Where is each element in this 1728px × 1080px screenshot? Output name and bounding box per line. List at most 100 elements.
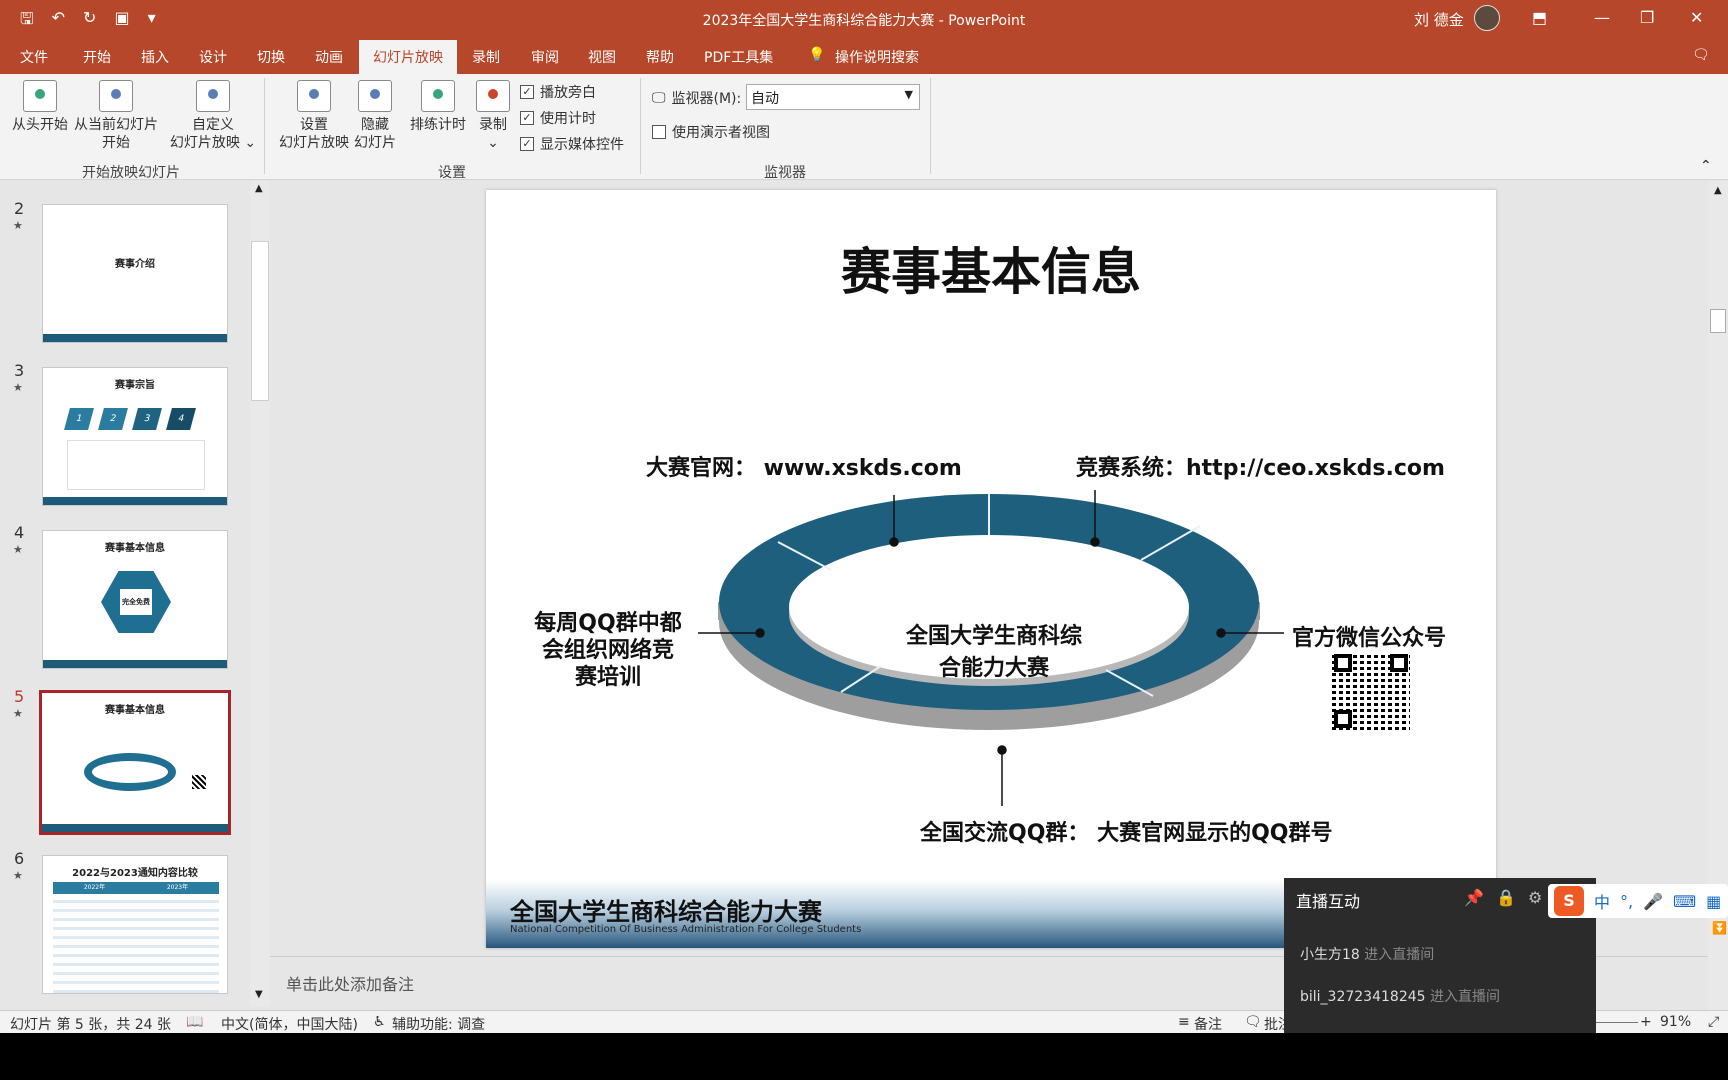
custom-slideshow-button[interactable]: 自定义 幻灯片放映 ⌄: [168, 80, 258, 152]
user-name[interactable]: 刘 德金: [1414, 9, 1464, 30]
current-slide-icon: [99, 80, 133, 112]
ribbon-tabs: 文件 开始 插入 设计 切换 动画 幻灯片放映 录制 审阅 视图 帮助 PDF工…: [0, 38, 1728, 74]
tab-animations[interactable]: 动画: [315, 47, 343, 67]
tab-design[interactable]: 设计: [199, 47, 227, 67]
zoom-in-icon[interactable]: +: [1640, 1014, 1652, 1030]
tab-pdf-tools[interactable]: PDF工具集: [704, 47, 773, 67]
comments-icon[interactable]: 🗨: [1244, 1014, 1262, 1030]
animation-star-icon: ★: [13, 869, 23, 882]
qr-code-mini: [192, 775, 206, 789]
lightbulb-icon: 💡: [808, 47, 826, 63]
tab-home[interactable]: 开始: [83, 47, 111, 67]
spellcheck-icon[interactable]: 📖: [186, 1014, 203, 1030]
use-timings-checkbox[interactable]: ✓ 使用计时: [520, 108, 596, 128]
microphone-icon[interactable]: 🎤: [1643, 892, 1663, 911]
slide-number: 3: [14, 361, 25, 380]
steps-graphic: 1 2 3 4: [64, 408, 196, 430]
monitor-icon: 🖵: [652, 90, 666, 106]
thumbnail-scrollbar[interactable]: ▲ ▼: [250, 181, 270, 1007]
timer-icon: [421, 80, 455, 112]
slide-thumbnail-4[interactable]: 赛事基本信息 完全免费: [42, 530, 228, 669]
notes-button[interactable]: 备注: [1194, 1014, 1222, 1034]
slide-thumbnails-panel: 2 ★ 赛事介绍 3 ★ 赛事宗旨 1 2 3 4 4 ★ 赛事基本信息 完全免…: [0, 181, 270, 1010]
weekly-training-label[interactable]: 每周QQ群中都 会组织网络竞 赛培训: [518, 610, 698, 691]
qq-group-label[interactable]: 全国交流QQ群： 大赛官网显示的QQ群号: [920, 815, 1332, 847]
tab-slideshow[interactable]: 幻灯片放映: [359, 40, 457, 74]
scrollbar-thumb[interactable]: [251, 241, 269, 401]
sogou-logo-icon[interactable]: S: [1554, 886, 1584, 916]
slide-thumbnail-2[interactable]: 赛事介绍: [42, 204, 228, 343]
notes-icon[interactable]: ≡: [1178, 1014, 1190, 1030]
from-current-button[interactable]: 从当前幻灯片 开始: [72, 80, 160, 152]
slide-thumbnail-6[interactable]: 2022与2023通知内容比较 2022年 2023年: [42, 855, 228, 994]
apps-grid-icon[interactable]: ▦: [1706, 892, 1721, 911]
ime-mode[interactable]: 中: [1594, 889, 1610, 913]
animation-star-icon: ★: [13, 219, 23, 232]
comparison-table-body: [53, 894, 219, 993]
ring-diagram: [698, 490, 1284, 806]
restore-icon[interactable]: ❐: [1640, 8, 1654, 27]
qr-code[interactable]: [1332, 652, 1410, 730]
language-indicator[interactable]: 中文(简体，中国大陆): [221, 1014, 358, 1034]
monitor-label: 🖵 监视器(M):: [652, 90, 742, 107]
gear-icon[interactable]: ⚙: [1528, 888, 1542, 907]
close-icon[interactable]: ✕: [1690, 8, 1703, 27]
tab-view[interactable]: 视图: [588, 47, 616, 67]
monitor-select[interactable]: 自动 ▼: [746, 84, 920, 110]
hide-slide-button[interactable]: 隐藏 幻灯片: [352, 80, 398, 152]
accessibility-icon[interactable]: ♿: [373, 1014, 386, 1030]
presenter-view-checkbox[interactable]: 使用演示者视图: [652, 122, 770, 142]
tab-transitions[interactable]: 切换: [257, 47, 285, 67]
setup-icon: [297, 80, 331, 112]
accessibility-status[interactable]: 辅助功能: 调查: [392, 1014, 485, 1034]
ime-punctuation[interactable]: °,: [1620, 892, 1633, 911]
thumbnail-footer: [43, 334, 227, 342]
lock-icon[interactable]: 🔒: [1496, 888, 1516, 907]
center-label[interactable]: 全国大学生商科综 合能力大赛: [894, 618, 1094, 682]
play-narration-checkbox[interactable]: ✓ 播放旁白: [520, 82, 596, 102]
slide-number: 4: [14, 523, 25, 542]
tab-file[interactable]: 文件: [20, 47, 48, 67]
pin-icon[interactable]: 📌: [1464, 888, 1484, 907]
tab-record[interactable]: 录制: [472, 47, 500, 67]
record-icon: [476, 80, 510, 112]
competition-system-label[interactable]: 竞赛系统：http://ceo.xskds.com: [1076, 450, 1445, 482]
from-start-button[interactable]: 从头开始: [8, 80, 72, 134]
record-button[interactable]: 录制 ⌄: [472, 80, 514, 152]
tab-insert[interactable]: 插入: [141, 47, 169, 67]
slide-canvas[interactable]: 赛事基本信息 大赛官网： www.xskds.com 竞赛系统：http://c…: [486, 190, 1496, 948]
tell-me-search[interactable]: 操作说明搜索: [835, 47, 919, 67]
minimize-icon[interactable]: —: [1594, 8, 1610, 27]
divider: [930, 78, 931, 174]
banner-subtitle: National Competition Of Business Adminis…: [510, 924, 862, 935]
notes-placeholder[interactable]: 单击此处添加备注: [286, 971, 414, 995]
scroll-up-icon[interactable]: ▲: [255, 183, 263, 194]
ribbon-display-icon[interactable]: ⬒: [1532, 8, 1547, 27]
collapse-ribbon-icon[interactable]: ⌃: [1700, 158, 1712, 174]
avatar[interactable]: [1474, 5, 1500, 31]
scroll-down-icon[interactable]: ▼: [255, 989, 263, 1000]
slide-thumbnail-5-selected[interactable]: 赛事基本信息: [39, 690, 231, 835]
zoom-level[interactable]: 91%: [1660, 1014, 1691, 1030]
divider: [264, 78, 265, 174]
next-slide-icon[interactable]: ⏬: [1712, 921, 1727, 935]
live-message: 小生方18 进入直播间: [1300, 947, 1435, 963]
ime-toolbar: S 中 °, 🎤 ⌨ ▦: [1548, 884, 1728, 918]
check-icon: ✓: [520, 111, 534, 125]
group-label-start: 开始放映幻灯片: [82, 165, 180, 181]
wechat-label[interactable]: 官方微信公众号: [1292, 620, 1446, 652]
tab-review[interactable]: 审阅: [531, 47, 559, 67]
scroll-up-icon[interactable]: ▲: [1714, 185, 1722, 196]
scrollbar-thumb[interactable]: [1710, 309, 1726, 333]
tab-help[interactable]: 帮助: [646, 47, 674, 67]
animation-star-icon: ★: [13, 543, 23, 556]
official-site-label[interactable]: 大赛官网： www.xskds.com: [646, 450, 962, 482]
fit-slide-icon[interactable]: ⤢: [1708, 1014, 1719, 1030]
comments-icon[interactable]: 🗨: [1692, 47, 1710, 63]
keyboard-icon[interactable]: ⌨: [1673, 892, 1696, 911]
slide-thumbnail-3[interactable]: 赛事宗旨 1 2 3 4: [42, 367, 228, 506]
setup-slideshow-button[interactable]: 设置 幻灯片放映: [274, 80, 354, 152]
banner-title: 全国大学生商科综合能力大赛: [510, 898, 822, 926]
rehearse-timings-button[interactable]: 排练计时: [406, 80, 470, 134]
show-media-controls-checkbox[interactable]: ✓ 显示媒体控件: [520, 134, 624, 154]
